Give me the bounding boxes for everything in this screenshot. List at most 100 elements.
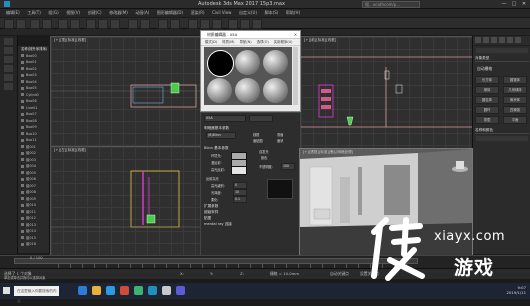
material-slot[interactable] (207, 78, 232, 103)
menu-create[interactable]: 创建(C) (88, 9, 102, 17)
render-icon[interactable] (252, 19, 262, 29)
menu-navigation[interactable]: 导航(N) (240, 40, 252, 44)
filter-lights-icon[interactable] (4, 56, 13, 63)
display-tab-icon[interactable] (507, 37, 513, 43)
visibility-icon[interactable] (21, 99, 24, 103)
system-clock[interactable]: 9:07 2019/1/11 (507, 285, 526, 295)
material-editor-side-toolbar[interactable] (293, 47, 298, 105)
filter-cameras-icon[interactable] (4, 65, 13, 72)
menu-help[interactable]: 帮助(H) (286, 9, 300, 17)
minimize-button[interactable]: — (500, 1, 508, 7)
visibility-icon[interactable] (21, 197, 24, 200)
material-slot[interactable] (235, 78, 260, 103)
material-editor-icon[interactable] (212, 19, 222, 29)
cone-button[interactable]: 圆锥体 (503, 76, 527, 84)
visibility-icon[interactable] (21, 203, 24, 207)
utilities-tab-icon[interactable] (515, 37, 521, 43)
viewport-left[interactable]: [+][左][标准][线框] (50, 146, 201, 256)
visibility-icon[interactable] (21, 177, 24, 181)
faceted-checkbox[interactable]: 面状 (277, 138, 283, 143)
visibility-icon[interactable] (21, 236, 24, 239)
viewport-top[interactable]: [+][顶][标准][线框] (50, 36, 201, 147)
visibility-icon[interactable] (21, 216, 24, 220)
scene-explorer-header[interactable]: 名称(按升序排序) (18, 46, 49, 53)
select-object-icon[interactable] (58, 19, 68, 29)
specular-color-swatch[interactable] (231, 166, 247, 175)
sphere-button[interactable]: 球体 (475, 86, 499, 94)
visibility-icon[interactable] (21, 210, 24, 213)
menu-modes[interactable]: 模式(D) (205, 40, 217, 44)
unlink-icon[interactable] (42, 19, 52, 29)
list-item[interactable]: 组016 (18, 241, 49, 248)
self-illum-color-checkbox[interactable]: 颜色 (261, 155, 267, 160)
visibility-icon[interactable] (21, 223, 24, 226)
visibility-icon[interactable] (21, 73, 24, 77)
menu-customize[interactable]: 自定义(U) (239, 9, 257, 17)
visibility-icon[interactable] (21, 54, 24, 57)
pyramid-button[interactable]: 四棱锥 (503, 106, 527, 114)
app-logo-icon[interactable] (4, 1, 10, 7)
visibility-icon[interactable] (21, 132, 24, 135)
menu-scripting[interactable]: 脚本(S) (265, 9, 279, 17)
mental-ray-rollout[interactable]: mental ray 连接 (204, 222, 232, 227)
modify-tab-icon[interactable] (483, 37, 489, 43)
filter-helpers-icon[interactable] (4, 74, 13, 81)
motion-tab-icon[interactable] (499, 37, 505, 43)
visibility-icon[interactable] (21, 125, 24, 129)
angle-snap-icon[interactable] (140, 19, 150, 29)
file-explorer-icon[interactable] (92, 286, 101, 295)
blinn-rollout-title[interactable]: Blinn 基本参数 (204, 146, 229, 151)
redo-icon[interactable] (16, 19, 26, 29)
visibility-icon[interactable] (21, 86, 24, 90)
menu-rendering[interactable]: 渲染(R) (191, 9, 205, 17)
create-tab-icon[interactable] (475, 37, 481, 43)
cylinder-button[interactable]: 圆柱体 (475, 96, 499, 104)
align-icon[interactable] (170, 19, 180, 29)
visibility-icon[interactable] (21, 67, 24, 70)
app-purple-icon[interactable] (176, 286, 185, 295)
box-button[interactable]: 长方体 (475, 76, 499, 84)
visibility-icon[interactable] (21, 190, 24, 194)
rotate-icon[interactable] (98, 19, 108, 29)
render-frame-icon[interactable] (240, 19, 250, 29)
extended-params-rollout[interactable]: 扩展参数 (204, 204, 218, 209)
material-type-button[interactable] (249, 115, 273, 122)
hierarchy-tab-icon[interactable] (491, 37, 497, 43)
visibility-icon[interactable] (21, 242, 24, 246)
select-by-name-icon[interactable] (70, 19, 80, 29)
menu-tools[interactable]: 工具(T) (27, 9, 41, 17)
torus-button[interactable]: 圆环 (475, 106, 499, 114)
display-all-icon[interactable] (4, 83, 13, 90)
visibility-icon[interactable] (21, 80, 24, 83)
visibility-icon[interactable] (21, 164, 24, 168)
menu-views[interactable]: 视图(V) (66, 9, 80, 17)
taskbar-search-input[interactable]: 在这里输入你要搜索的内容 (14, 286, 59, 303)
tube-button[interactable]: 管状体 (503, 96, 527, 104)
geosphere-button[interactable]: 几何球体 (503, 86, 527, 94)
name-color-rollout[interactable]: 名称和颜色 (475, 128, 529, 134)
two-sided-checkbox[interactable]: 双面 (277, 132, 283, 137)
visibility-icon[interactable] (21, 106, 24, 109)
plane-button[interactable]: 平面 (503, 116, 527, 124)
filter-geometry-icon[interactable] (4, 38, 13, 45)
maximize-button[interactable]: □ (510, 1, 518, 7)
close-icon[interactable]: ✕ (294, 31, 297, 38)
app-red-icon[interactable] (120, 286, 129, 295)
task-view-icon[interactable] (78, 286, 87, 295)
undo-icon[interactable] (4, 19, 14, 29)
menu-options[interactable]: 选项(O) (257, 40, 269, 44)
auto-key-button[interactable]: 自动关键点 (330, 271, 349, 277)
start-menu-icon[interactable] (3, 287, 10, 294)
scale-icon[interactable] (110, 19, 120, 29)
visibility-icon[interactable] (21, 112, 24, 116)
viewport-front[interactable]: [+][前][标准][线框] (300, 36, 473, 149)
wire-checkbox[interactable]: 线框 (253, 132, 259, 137)
menu-material[interactable]: 材质(M) (222, 40, 234, 44)
visibility-icon[interactable] (21, 229, 24, 233)
snap-icon[interactable] (128, 19, 138, 29)
move-icon[interactable] (86, 19, 96, 29)
menu-utilities[interactable]: 实用程序(U) (274, 40, 293, 44)
material-slot[interactable] (207, 50, 234, 77)
visibility-icon[interactable] (21, 151, 24, 155)
close-button[interactable]: ✕ (520, 1, 528, 7)
